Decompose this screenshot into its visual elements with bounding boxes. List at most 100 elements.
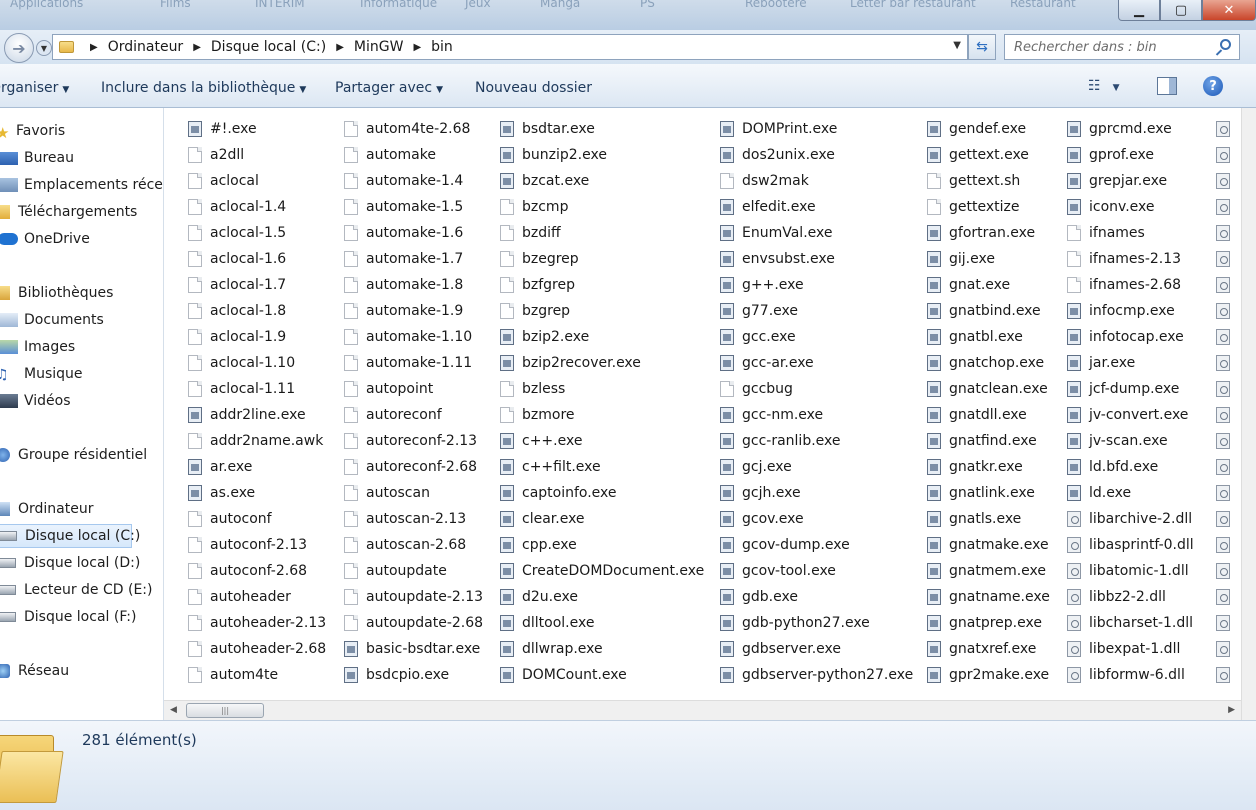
file-item[interactable] xyxy=(1216,300,1238,322)
file-item[interactable]: gnatls.exe xyxy=(927,508,1021,530)
file-item[interactable]: libarchive-2.dll xyxy=(1067,508,1192,530)
file-item[interactable]: gcc.exe xyxy=(720,326,796,348)
file-item[interactable]: gprcmd.exe xyxy=(1067,118,1172,140)
file-item[interactable]: automake-1.5 xyxy=(344,196,463,218)
file-item[interactable] xyxy=(1216,274,1238,296)
file-item[interactable]: aclocal-1.11 xyxy=(188,378,295,400)
file-item[interactable] xyxy=(1216,456,1238,478)
file-item[interactable]: aclocal-1.4 xyxy=(188,196,286,218)
file-item[interactable]: automake-1.7 xyxy=(344,248,463,270)
preview-pane-button[interactable] xyxy=(1157,77,1177,95)
nav-recent-places[interactable]: Emplacements récents xyxy=(0,173,163,197)
file-item[interactable]: #!.exe xyxy=(188,118,257,140)
file-item[interactable]: automake xyxy=(344,144,436,166)
file-item[interactable]: gnatclean.exe xyxy=(927,378,1048,400)
file-item[interactable]: c++filt.exe xyxy=(500,456,601,478)
file-item[interactable]: bzmore xyxy=(500,404,575,426)
chevron-right-icon[interactable]: ▶ xyxy=(336,42,344,53)
search-box[interactable] xyxy=(1004,34,1240,60)
file-item[interactable]: gnat.exe xyxy=(927,274,1010,296)
file-item[interactable]: dsw2mak xyxy=(720,170,809,192)
file-item[interactable]: aclocal-1.5 xyxy=(188,222,286,244)
file-item[interactable]: gcov-dump.exe xyxy=(720,534,850,556)
address-bar[interactable]: ▶ Ordinateur ▶ Disque local (C:) ▶ MinGW… xyxy=(52,34,968,60)
nav-images[interactable]: Images xyxy=(0,335,75,359)
file-item[interactable]: libexpat-1.dll xyxy=(1067,638,1180,660)
history-dropdown-button[interactable]: ▼ xyxy=(36,40,52,56)
nav-onedrive[interactable]: OneDrive xyxy=(0,227,90,251)
file-item[interactable]: gcov.exe xyxy=(720,508,804,530)
file-item[interactable]: autoheader-2.68 xyxy=(188,638,326,660)
file-item[interactable]: gij.exe xyxy=(927,248,995,270)
file-item[interactable]: autoreconf-2.68 xyxy=(344,456,477,478)
file-item[interactable]: DOMCount.exe xyxy=(500,664,627,686)
file-item[interactable] xyxy=(1216,508,1238,530)
file-item[interactable]: dllwrap.exe xyxy=(500,638,603,660)
file-item[interactable]: jar.exe xyxy=(1067,352,1135,374)
file-item[interactable]: libcharset-1.dll xyxy=(1067,612,1193,634)
file-item[interactable]: aclocal-1.10 xyxy=(188,352,295,374)
file-item[interactable]: captoinfo.exe xyxy=(500,482,617,504)
file-item[interactable]: ifnames-2.13 xyxy=(1067,248,1181,270)
file-item[interactable]: ifnames xyxy=(1067,222,1145,244)
file-item[interactable]: addr2name.awk xyxy=(188,430,323,452)
file-item[interactable] xyxy=(1216,144,1238,166)
file-item[interactable]: gnatchop.exe xyxy=(927,352,1044,374)
file-item[interactable]: DOMPrint.exe xyxy=(720,118,837,140)
file-item[interactable]: EnumVal.exe xyxy=(720,222,832,244)
file-item[interactable]: autoheader-2.13 xyxy=(188,612,326,634)
file-item[interactable]: aclocal-1.8 xyxy=(188,300,286,322)
file-item[interactable]: envsubst.exe xyxy=(720,248,835,270)
nav-homegroup[interactable]: Groupe résidentiel xyxy=(0,443,147,467)
file-item[interactable]: gcc-ranlib.exe xyxy=(720,430,841,452)
nav-cd-drive-e[interactable]: Lecteur de CD (E:) xyxy=(0,578,153,602)
breadcrumb-computer[interactable]: Ordinateur xyxy=(108,39,184,55)
file-item[interactable]: gnatxref.exe xyxy=(927,638,1036,660)
include-library-button[interactable]: Inclure dans la bibliothèque ▼ xyxy=(101,80,306,96)
file-item[interactable] xyxy=(1216,560,1238,582)
horizontal-scrollbar[interactable]: ◀ ||| ▶ xyxy=(164,700,1241,720)
nav-libraries[interactable]: Bibliothèques xyxy=(0,281,113,305)
file-item[interactable]: gnatdll.exe xyxy=(927,404,1027,426)
file-item[interactable]: gnatbl.exe xyxy=(927,326,1023,348)
file-item[interactable]: g++.exe xyxy=(720,274,804,296)
file-item[interactable] xyxy=(1216,664,1238,686)
close-button[interactable]: ✕ xyxy=(1202,0,1256,21)
file-item[interactable]: bzdiff xyxy=(500,222,561,244)
file-item[interactable]: gettext.sh xyxy=(927,170,1020,192)
file-item[interactable]: gnatname.exe xyxy=(927,586,1050,608)
file-item[interactable]: gcc-nm.exe xyxy=(720,404,823,426)
file-item[interactable] xyxy=(1216,378,1238,400)
file-list[interactable]: #!.exe a2dll aclocal aclocal-1.4 aclocal-1.5… xyxy=(164,108,1241,700)
search-icon[interactable] xyxy=(1220,39,1231,50)
file-item[interactable]: gdb.exe xyxy=(720,586,798,608)
file-item[interactable]: iconv.exe xyxy=(1067,196,1155,218)
file-item[interactable]: elfedit.exe xyxy=(720,196,816,218)
file-item[interactable]: autopoint xyxy=(344,378,433,400)
file-item[interactable]: automake-1.10 xyxy=(344,326,472,348)
file-item[interactable]: gdbserver-python27.exe xyxy=(720,664,913,686)
file-item[interactable]: gpr2make.exe xyxy=(927,664,1049,686)
breadcrumb-mingw[interactable]: MinGW xyxy=(354,39,404,55)
file-item[interactable]: dos2unix.exe xyxy=(720,144,835,166)
file-item[interactable]: addr2line.exe xyxy=(188,404,306,426)
file-item[interactable]: autoscan-2.13 xyxy=(344,508,466,530)
file-item[interactable]: libformw-6.dll xyxy=(1067,664,1185,686)
file-item[interactable]: infocmp.exe xyxy=(1067,300,1175,322)
file-item[interactable]: bzcmp xyxy=(500,196,568,218)
maximize-button[interactable]: ▢ xyxy=(1160,0,1202,21)
file-item[interactable]: gdbserver.exe xyxy=(720,638,841,660)
file-item[interactable]: bzegrep xyxy=(500,248,579,270)
file-item[interactable]: aclocal xyxy=(188,170,259,192)
file-item[interactable]: gendef.exe xyxy=(927,118,1026,140)
file-item[interactable] xyxy=(1216,170,1238,192)
file-item[interactable]: infotocap.exe xyxy=(1067,326,1184,348)
file-item[interactable] xyxy=(1216,248,1238,270)
file-item[interactable]: gnatfind.exe xyxy=(927,430,1037,452)
file-item[interactable]: gfortran.exe xyxy=(927,222,1035,244)
file-item[interactable]: c++.exe xyxy=(500,430,582,452)
file-item[interactable]: ar.exe xyxy=(188,456,252,478)
file-item[interactable]: libbz2-2.dll xyxy=(1067,586,1166,608)
file-item[interactable]: bzgrep xyxy=(500,300,570,322)
file-item[interactable]: gettext.exe xyxy=(927,144,1029,166)
